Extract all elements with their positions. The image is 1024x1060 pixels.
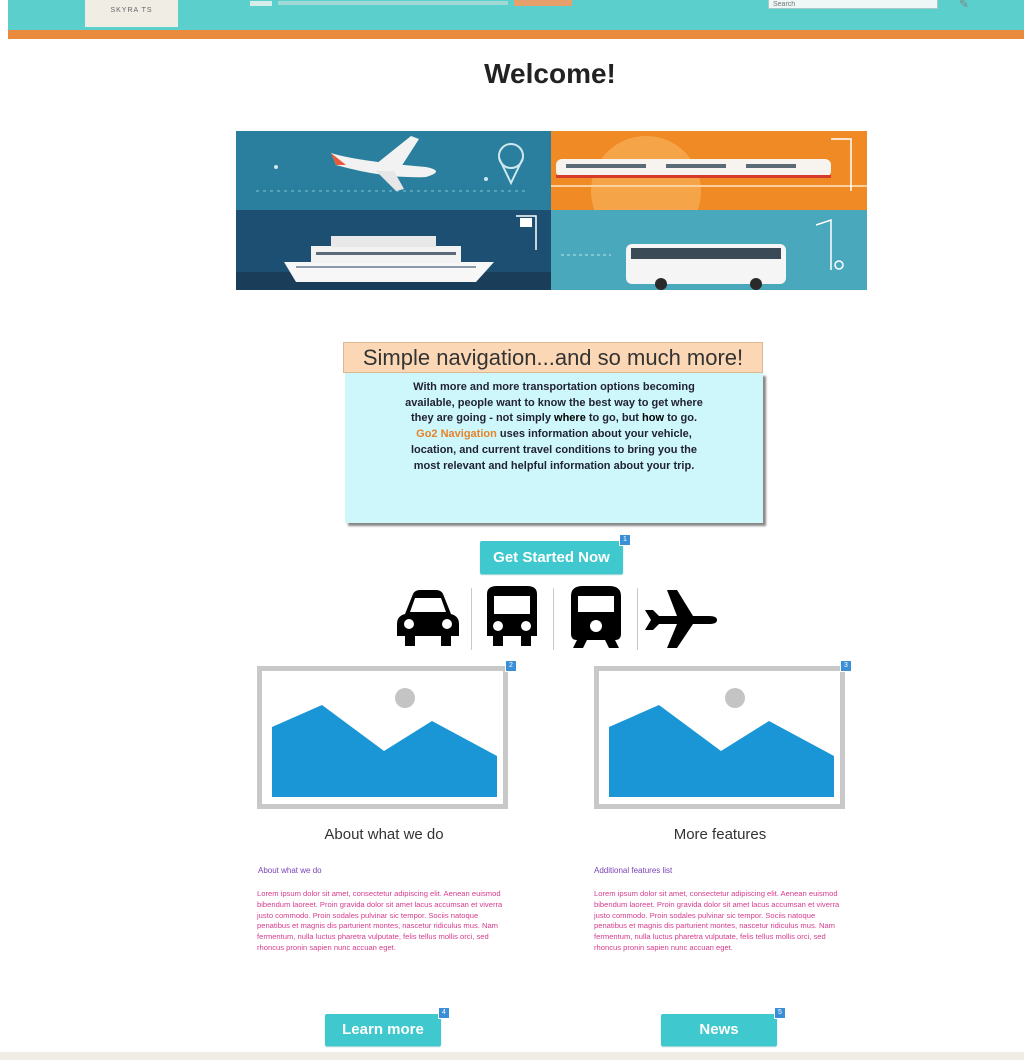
learn-more-button[interactable]: Learn more — [325, 1014, 441, 1046]
train-tile — [551, 131, 867, 210]
site-logo[interactable]: SKYRA TS — [85, 0, 178, 27]
icon-separator — [553, 588, 554, 650]
info-text-2: to go, but — [585, 412, 643, 425]
features-body-text: Lorem ipsum dolor sit amet, consectetur … — [594, 889, 840, 952]
logo-text: SKYRA TS — [110, 7, 153, 14]
features-image-badge: 3 — [840, 660, 852, 672]
about-body: Lorem ipsum dolor sit amet, consectetur … — [257, 889, 509, 954]
news-button[interactable]: News — [661, 1014, 777, 1046]
about-image — [257, 666, 508, 809]
features-image — [594, 666, 845, 809]
about-subtitle: About what we do — [258, 866, 322, 875]
pencil-icon: ✎ — [958, 0, 970, 11]
brand-name: Go2 Navigation — [416, 428, 497, 441]
image-placeholder-icon — [609, 688, 834, 797]
features-subtitle: Additional features list — [594, 866, 673, 875]
train-illustration — [551, 136, 867, 210]
get-started-label: Get Started Now — [493, 549, 610, 566]
info-text-3: to go. — [664, 412, 698, 425]
news-badge: 5 — [774, 1007, 786, 1019]
about-title: About what we do — [324, 826, 444, 843]
get-started-button[interactable]: Get Started Now — [480, 541, 623, 574]
icon-separator — [637, 588, 638, 650]
page-title: Welcome! — [484, 58, 616, 89]
features-title: More features — [673, 826, 767, 843]
top-nav — [250, 0, 572, 6]
plane-illustration — [256, 136, 526, 192]
footer-strip — [0, 1052, 1024, 1060]
cta-badge: 1 — [619, 534, 631, 546]
search-button[interactable]: ✎ — [952, 0, 976, 11]
car-icon[interactable] — [393, 586, 463, 650]
train-icon[interactable] — [565, 584, 627, 650]
nav-links[interactable] — [278, 1, 508, 5]
image-placeholder-icon — [272, 688, 497, 797]
features-body: Lorem ipsum dolor sit amet, consectetur … — [594, 889, 846, 954]
bus-tile — [551, 210, 867, 290]
about-image-badge: 2 — [505, 660, 517, 672]
ship-tile — [236, 210, 551, 290]
about-body-text: Lorem ipsum dolor sit amet, consectetur … — [257, 889, 503, 952]
info-where: where — [554, 412, 586, 425]
search-input[interactable] — [768, 0, 938, 9]
info-heading: Simple navigation...and so much more! — [343, 342, 763, 373]
nav-home-link[interactable] — [250, 0, 272, 6]
transport-banner — [236, 131, 867, 290]
plane-tile — [236, 131, 551, 210]
bus-icon[interactable] — [481, 584, 543, 650]
learn-more-badge: 4 — [438, 1007, 450, 1019]
transport-icons — [393, 580, 723, 650]
info-body: With more and more transportation option… — [345, 373, 763, 523]
airplane-icon[interactable] — [643, 588, 719, 648]
ship-illustration — [236, 215, 551, 290]
info-how: how — [642, 412, 665, 425]
news-label: News — [699, 1021, 739, 1038]
top-accent-stripe — [8, 30, 1024, 39]
nav-highlight-link[interactable] — [514, 0, 572, 6]
icon-separator — [471, 588, 472, 650]
bus-illustration — [561, 218, 844, 290]
learn-more-label: Learn more — [342, 1021, 424, 1038]
